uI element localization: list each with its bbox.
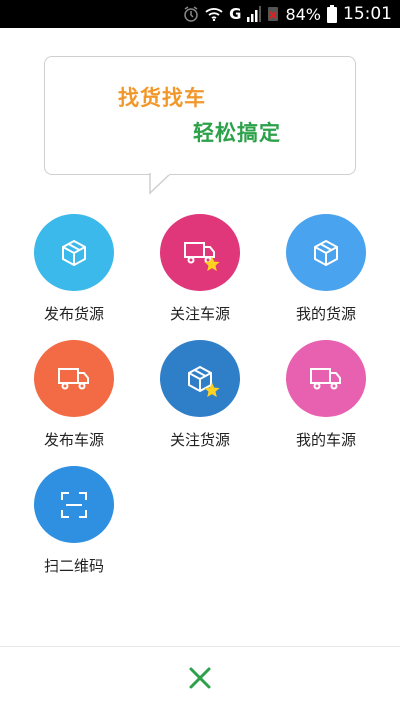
publish-cargo-label: 发布货源: [43, 305, 104, 323]
status-bar: G 84% 15:01: [0, 0, 400, 28]
slogan-line-2: 轻松搞定: [193, 121, 281, 145]
follow-cargo-circle: [160, 340, 240, 417]
slogan-line-1: 找货找车: [118, 86, 206, 110]
scan-qr-button[interactable]: 扫二维码: [14, 466, 134, 576]
publish-cargo-button[interactable]: 发布货源: [14, 214, 134, 324]
my-cargo-button[interactable]: 我的货源: [266, 214, 386, 324]
my-vehicle-button[interactable]: 我的车源: [266, 340, 386, 450]
banner-tail: [140, 173, 180, 195]
battery-icon: [327, 5, 337, 23]
my-vehicle-label: 我的车源: [295, 431, 356, 449]
star-icon: [204, 256, 220, 271]
close-button[interactable]: [184, 662, 216, 694]
no-sim-icon: [267, 6, 279, 22]
box-icon: [314, 239, 338, 266]
clock-time: 15:01: [343, 4, 392, 24]
follow-vehicle-button[interactable]: 关注车源: [140, 214, 260, 324]
scan-qr-circle: [34, 466, 114, 543]
my-vehicle-circle: [286, 340, 366, 417]
signal-icon: [247, 6, 262, 22]
my-cargo-circle: [286, 214, 366, 291]
bottom-divider: [0, 646, 400, 647]
follow-cargo-button[interactable]: 关注货源: [140, 340, 260, 450]
publish-vehicle-label: 发布车源: [43, 431, 104, 449]
wifi-icon: [205, 7, 223, 21]
carrier-label: G: [229, 5, 242, 23]
star-icon: [204, 382, 220, 397]
publish-cargo-circle: [34, 214, 114, 291]
battery-percent: 84%: [285, 4, 321, 24]
publish-vehicle-button[interactable]: 发布车源: [14, 340, 134, 450]
publish-vehicle-circle: [34, 340, 114, 417]
scan-qr-label: 扫二维码: [43, 557, 104, 575]
scan-icon: [61, 491, 87, 518]
close-icon: [189, 667, 211, 689]
follow-cargo-label: 关注货源: [169, 431, 230, 449]
truck-icon: [310, 367, 341, 389]
my-cargo-label: 我的货源: [295, 305, 356, 323]
follow-vehicle-label: 关注车源: [169, 305, 230, 323]
box-icon: [62, 239, 86, 266]
slogan-banner: [44, 56, 356, 175]
follow-vehicle-circle: [160, 214, 240, 291]
truck-icon: [58, 367, 89, 389]
alarm-icon: [183, 6, 199, 22]
